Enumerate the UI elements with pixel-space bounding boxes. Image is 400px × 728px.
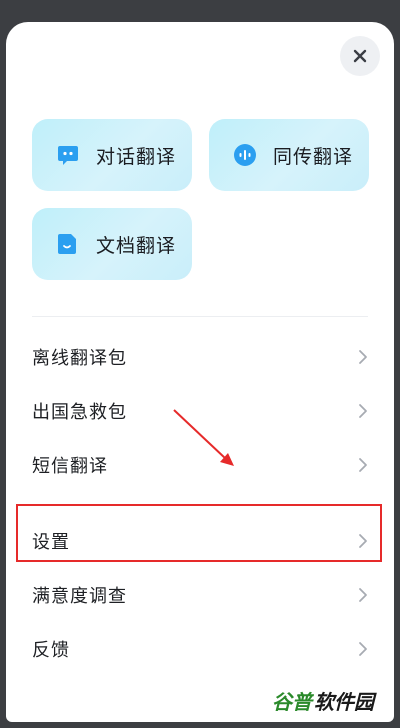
- annotation-arrow-icon: [173, 409, 234, 466]
- watermark-logo: 谷普 软件园: [272, 686, 374, 715]
- watermark-brand-a: 谷普: [272, 690, 312, 714]
- watermark-brand-b: 软件园: [314, 690, 374, 714]
- bottom-overlay-strip: [0, 722, 400, 728]
